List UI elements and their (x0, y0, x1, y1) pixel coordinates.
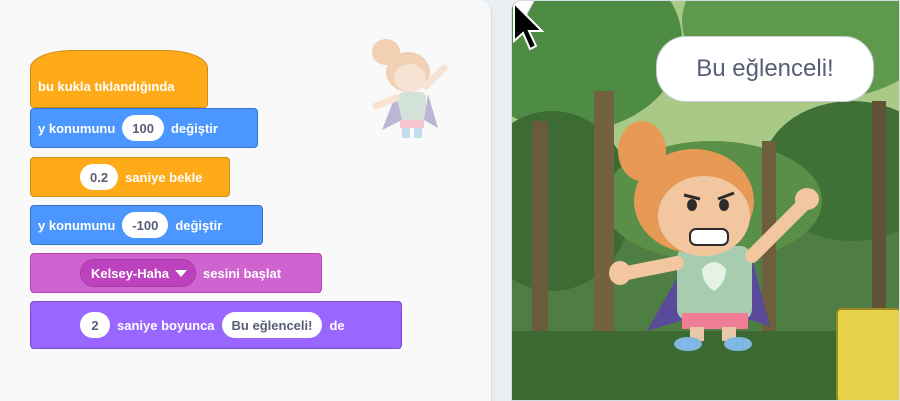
code-workspace[interactable]: bu kukla tıklandığında y konumunu 100 de… (0, 0, 492, 401)
sound-dropdown-value: Kelsey-Haha (91, 265, 170, 281)
change-y-block[interactable]: y konumunu 100 değiştir (30, 108, 258, 148)
mouse-pointer-icon (513, 1, 545, 51)
wait-suffix: saniye bekle (125, 169, 203, 185)
say-middle-label: saniye boyunca (117, 317, 215, 333)
change-y-label-2: y konumunu (38, 217, 116, 233)
say-message-input[interactable]: Bu eğlenceli! (221, 312, 323, 338)
change-y-value-input[interactable]: 100 (122, 115, 164, 141)
hat-block-label: bu kukla tıklandığında (38, 78, 175, 94)
say-for-seconds-block[interactable]: 2 saniye boyunca Bu eğlenceli! de (30, 301, 402, 349)
when-sprite-clicked-block[interactable]: bu kukla tıklandığında (30, 50, 208, 108)
change-y-suffix: değiştir (170, 120, 218, 136)
change-y-label: y konumunu (38, 120, 116, 136)
change-y-block-2[interactable]: y konumunu -100 değiştir (30, 205, 263, 245)
change-y-value-input-2[interactable]: -100 (122, 212, 169, 238)
say-suffix: de (329, 317, 345, 333)
sprite-ghost-image (372, 39, 448, 138)
stage[interactable]: Bu eğlenceli! (511, 0, 900, 401)
sound-dropdown[interactable]: Kelsey-Haha (80, 259, 197, 287)
sound-suffix: sesini başlat (203, 265, 282, 281)
start-sound-block[interactable]: Kelsey-Haha sesini başlat (30, 253, 322, 293)
speech-bubble: Bu eğlenceli! (656, 36, 874, 102)
change-y-suffix-2: değiştir (175, 217, 223, 233)
wait-seconds-input[interactable]: 0.2 (80, 164, 119, 190)
say-seconds-input[interactable]: 2 (80, 312, 110, 338)
wait-block[interactable]: 0.2 saniye bekle (30, 157, 230, 197)
chevron-down-icon (175, 269, 188, 277)
